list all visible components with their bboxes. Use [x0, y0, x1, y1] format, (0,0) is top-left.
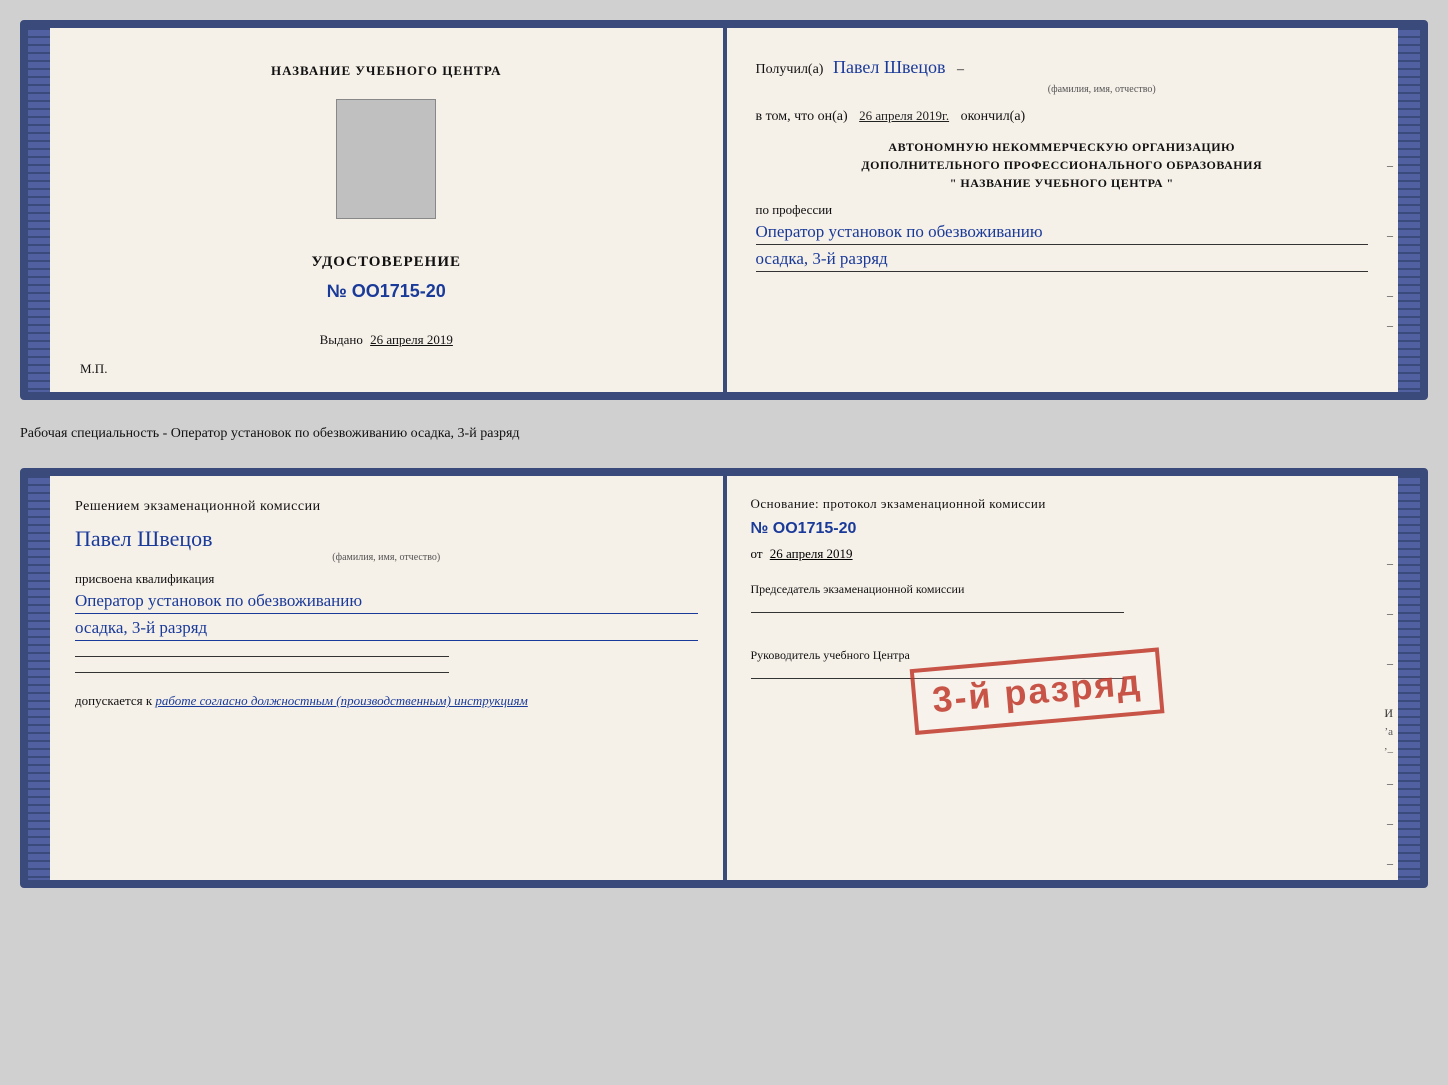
fio-label-2: (фамилия, имя, отчество)	[75, 552, 698, 563]
spine-right-1	[1398, 28, 1420, 392]
org-block: АВТОНОМНУЮ НЕКОММЕРЧЕСКУЮ ОРГАНИЗАЦИЮ ДО…	[756, 138, 1369, 192]
org-line3: " НАЗВАНИЕ УЧЕБНОГО ЦЕНТРА "	[756, 174, 1369, 192]
received-line: Получил(а) Павел Швецов – (фамилия, имя,…	[756, 53, 1369, 98]
document-card-1: НАЗВАНИЕ УЧЕБНОГО ЦЕНТРА УДОСТОВЕРЕНИЕ №…	[20, 20, 1428, 400]
dash-6: –	[1387, 606, 1393, 621]
person-name: Павел Швецов	[75, 526, 213, 551]
mark-i: И	[1384, 706, 1393, 721]
issued-prefix: Выдано	[320, 332, 363, 347]
doc2-left-panel: Решением экзаменационной комиссии Павел …	[50, 476, 723, 880]
bottom-value: работе согласно должностным (производств…	[155, 693, 527, 708]
fio-label-1: (фамилия, имя, отчество)	[836, 82, 1369, 98]
in-that-prefix: в том, что он(а)	[756, 109, 848, 124]
issued-date: 26 апреля 2019	[370, 332, 453, 347]
cert-number: № OO1715-20	[327, 281, 446, 302]
mark-c: ʼ–	[1384, 746, 1393, 758]
mark-a: ʼа	[1384, 726, 1393, 738]
dash-3: –	[1387, 288, 1393, 303]
page-wrapper: НАЗВАНИЕ УЧЕБНОГО ЦЕНТРА УДОСТОВЕРЕНИЕ №…	[20, 20, 1428, 888]
spine-right-2	[1398, 476, 1420, 880]
dash-2: –	[1387, 228, 1393, 243]
protocol-date: от 26 апреля 2019	[751, 546, 1374, 562]
spine-left-2	[28, 476, 50, 880]
doc1-left-panel: НАЗВАНИЕ УЧЕБНОГО ЦЕНТРА УДОСТОВЕРЕНИЕ №…	[50, 28, 723, 392]
in-that-line: в том, что он(а) 26 апреля 2019г. окончи…	[756, 106, 1369, 128]
stamp-text: 3-й разряд	[930, 661, 1143, 720]
sig-line-chairman	[751, 612, 1125, 613]
chairman-label: Председатель экзаменационной комиссии	[751, 582, 1374, 597]
sig-line-1	[75, 656, 449, 657]
doc2-right-panel: Основание: протокол экзаменационной коми…	[723, 476, 1399, 880]
completed-label: окончил(а)	[961, 109, 1026, 124]
in-that-date: 26 апреля 2019г.	[859, 108, 949, 123]
spine-left-1	[28, 28, 50, 392]
sig-line-2	[75, 672, 449, 673]
qualification-prefix: присвоена квалификация	[75, 571, 698, 587]
received-prefix: Получил(а)	[756, 62, 824, 77]
issued-line: Выдано 26 апреля 2019	[320, 332, 453, 348]
org-line2: ДОПОЛНИТЕЛЬНОГО ПРОФЕССИОНАЛЬНОГО ОБРАЗО…	[756, 156, 1369, 174]
protocol-number: № OO1715-20	[751, 520, 1374, 538]
bottom-prefix: допускается к	[75, 693, 152, 708]
mp-label: М.П.	[80, 361, 107, 377]
qual-value1: Оператор установок по обезвоживанию	[75, 591, 698, 614]
center-title-1: НАЗВАНИЕ УЧЕБНОГО ЦЕНТРА	[271, 63, 502, 79]
dash-10: –	[1387, 856, 1393, 871]
profession-value1: Оператор установок по обезвоживанию	[756, 222, 1369, 245]
date-value: 26 апреля 2019	[770, 546, 853, 561]
bottom-note: допускается к работе согласно должностны…	[75, 693, 698, 709]
dash-5: –	[1387, 556, 1393, 571]
qual-value2: осадка, 3-й разряд	[75, 618, 698, 641]
dash-8: –	[1387, 776, 1393, 791]
profession-value2: осадка, 3-й разряд	[756, 249, 1369, 272]
recipient-name: Павел Швецов	[833, 57, 946, 77]
date-prefix: от	[751, 546, 763, 561]
dash-7: –	[1387, 656, 1393, 671]
photo-placeholder	[336, 99, 436, 219]
basis-text: Основание: протокол экзаменационной коми…	[751, 496, 1374, 512]
doc1-right-panel: Получил(а) Павел Швецов – (фамилия, имя,…	[723, 28, 1399, 392]
dash-4: –	[1387, 318, 1393, 333]
org-line1: АВТОНОМНУЮ НЕКОММЕРЧЕСКУЮ ОРГАНИЗАЦИЮ	[756, 138, 1369, 156]
dash-1: –	[1387, 158, 1393, 173]
profession-prefix: по профессии	[756, 202, 1369, 218]
document-card-2: Решением экзаменационной комиссии Павел …	[20, 468, 1428, 888]
decision-text: Решением экзаменационной комиссии	[75, 496, 698, 518]
between-label: Рабочая специальность - Оператор установ…	[20, 418, 1428, 450]
person-name-block: Павел Швецов (фамилия, имя, отчество)	[75, 526, 698, 563]
cert-label: УДОСТОВЕРЕНИЕ	[312, 254, 462, 271]
dash-9: –	[1387, 816, 1393, 831]
